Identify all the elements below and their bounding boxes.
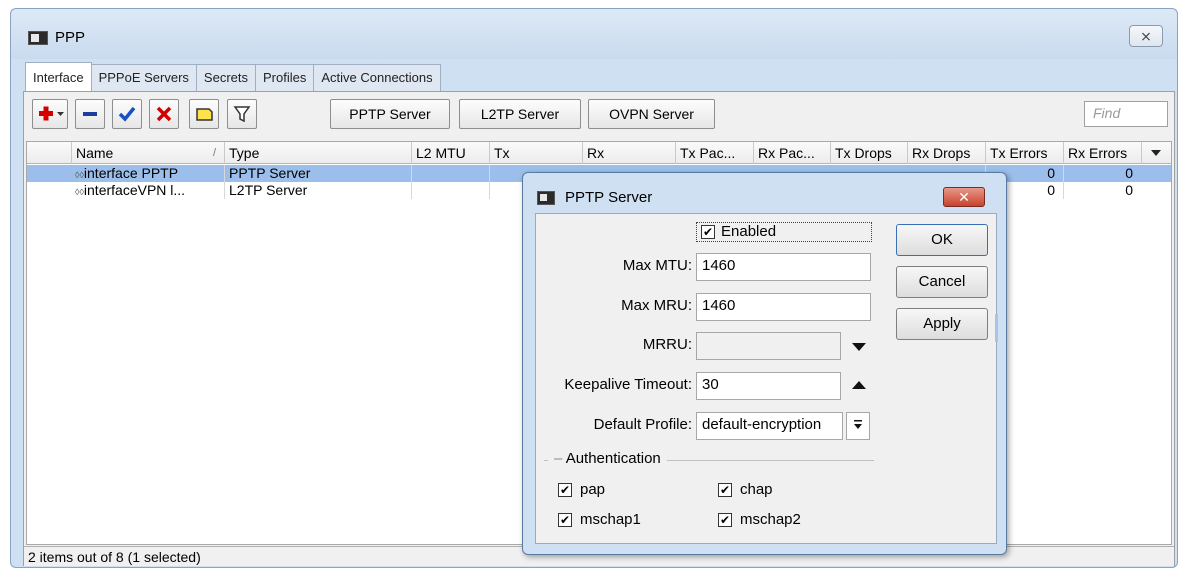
disable-button[interactable]	[149, 99, 179, 129]
dialog-icon	[537, 191, 555, 205]
auth-group-text: Authentication	[565, 450, 661, 467]
keepalive-collapse-icon[interactable]	[852, 381, 866, 389]
max-mtu-field[interactable]: 1460	[696, 253, 871, 281]
comment-button[interactable]	[189, 99, 219, 129]
cancel-button[interactable]: Cancel	[896, 266, 988, 298]
tab-active-connections[interactable]: Active Connections	[313, 64, 441, 92]
interface-icon: ◊◊	[75, 187, 84, 197]
chap-checkbox[interactable]: ✔	[718, 483, 732, 497]
window-icon	[28, 31, 48, 45]
row-l2mtu	[411, 182, 489, 199]
x-icon	[156, 106, 172, 122]
note-icon	[196, 108, 213, 121]
row-name-text: interface PPTP	[83, 165, 179, 181]
dialog-title: PPTP Server	[565, 189, 653, 206]
row-name: ◊◊interfaceVPN l...	[71, 182, 224, 199]
window-title: PPP	[55, 29, 86, 46]
row-type: PPTP Server	[224, 165, 411, 182]
column-tx-drops[interactable]: Tx Drops	[830, 142, 907, 164]
add-icon	[39, 106, 64, 121]
chevron-down-icon	[1151, 150, 1161, 156]
l2tp-server-button[interactable]: L2TP Server	[459, 99, 581, 129]
chap-label: chap	[740, 481, 773, 498]
default-profile-label: Default Profile:	[593, 416, 692, 433]
column-tx-errors[interactable]: Tx Errors	[985, 142, 1063, 164]
window-titlebar[interactable]: PPP ⨯	[11, 9, 1177, 59]
apply-button[interactable]: Apply	[896, 308, 988, 340]
window-close-button[interactable]: ⨯	[1129, 25, 1163, 47]
column-rx-packets[interactable]: Rx Pac...	[753, 142, 830, 164]
column-rx-drops[interactable]: Rx Drops	[907, 142, 985, 164]
pptp-server-dialog: PPTP Server ✕ ✔ Enabled Max MTU: 1460 Ma…	[522, 172, 1007, 555]
ovpn-server-button[interactable]: OVPN Server	[588, 99, 715, 129]
tab-interface[interactable]: Interface	[25, 62, 92, 92]
tab-pppoe-servers[interactable]: PPPoE Servers	[90, 64, 197, 92]
max-mru-field[interactable]: 1460	[696, 293, 871, 321]
tab-bar: Interface PPPoE Servers Secrets Profiles…	[25, 62, 441, 92]
ok-button[interactable]: OK	[896, 224, 988, 256]
pap-label: pap	[580, 481, 606, 498]
pptp-server-button[interactable]: PPTP Server	[330, 99, 450, 129]
interface-icon: ◊◊	[75, 170, 84, 180]
columns-menu-button[interactable]	[1141, 142, 1171, 164]
remove-button[interactable]	[75, 99, 105, 129]
mschap2-checkbox[interactable]: ✔	[718, 513, 732, 527]
minus-icon	[83, 112, 97, 116]
column-name-label: Name	[76, 145, 114, 161]
column-name[interactable]: Name /	[71, 142, 224, 164]
enabled-label: Enabled	[721, 223, 777, 240]
row-name-text: interfaceVPN l...	[83, 182, 186, 198]
dropdown-icon	[854, 420, 862, 429]
column-tx[interactable]: Tx	[489, 142, 582, 164]
keepalive-field[interactable]: 30	[696, 372, 841, 400]
checkmark-icon	[118, 106, 136, 122]
pap-checkbox[interactable]: ✔	[558, 483, 572, 497]
keepalive-label: Keepalive Timeout:	[564, 376, 692, 393]
dialog-body: ✔ Enabled Max MTU: 1460 Max MRU: 1460 MR…	[535, 213, 998, 544]
row-rx-errors: 0	[1063, 165, 1141, 182]
filter-icon	[233, 106, 251, 123]
row-l2mtu	[411, 165, 489, 182]
mrru-expand-icon[interactable]	[852, 343, 866, 351]
column-type[interactable]: Type	[224, 142, 411, 164]
mschap2-label: mschap2	[740, 511, 801, 528]
mschap1-label: mschap1	[580, 511, 641, 528]
max-mru-label: Max MRU:	[621, 297, 692, 314]
max-mtu-label: Max MTU:	[622, 257, 692, 274]
column-tx-packets[interactable]: Tx Pac...	[675, 142, 753, 164]
tab-secrets[interactable]: Secrets	[195, 64, 256, 92]
enable-button[interactable]	[112, 99, 142, 129]
table-header: Name / Type L2 MTU Tx Rx Tx Pac... Rx Pa…	[27, 142, 1171, 164]
mrru-label: MRRU:	[642, 336, 692, 353]
enabled-checkbox[interactable]: ✔ Enabled	[696, 222, 872, 242]
column-rx[interactable]: Rx	[582, 142, 675, 164]
auth-group-label: – Authentication	[548, 450, 667, 467]
mschap1-checkbox[interactable]: ✔	[558, 513, 572, 527]
filter-button[interactable]	[227, 99, 257, 129]
column-l2mtu[interactable]: L2 MTU	[411, 142, 489, 164]
sort-indicator-icon: /	[212, 147, 216, 159]
column-rx-errors[interactable]: Rx Errors	[1063, 142, 1141, 164]
row-type: L2TP Server	[224, 182, 411, 199]
row-name: ◊◊interface PPTP	[71, 165, 224, 182]
row-rx-errors: 0	[1063, 182, 1141, 199]
dialog-scrollbar[interactable]	[995, 314, 998, 342]
enabled-check-icon: ✔	[701, 225, 715, 239]
tab-profiles[interactable]: Profiles	[255, 64, 315, 92]
find-input[interactable]: Find	[1084, 101, 1168, 127]
dialog-close-button[interactable]: ✕	[943, 187, 985, 207]
add-button[interactable]	[32, 99, 68, 129]
mrru-field[interactable]	[696, 332, 841, 360]
profile-dropdown-button[interactable]	[846, 412, 870, 440]
default-profile-select[interactable]: default-encryption	[696, 412, 843, 440]
